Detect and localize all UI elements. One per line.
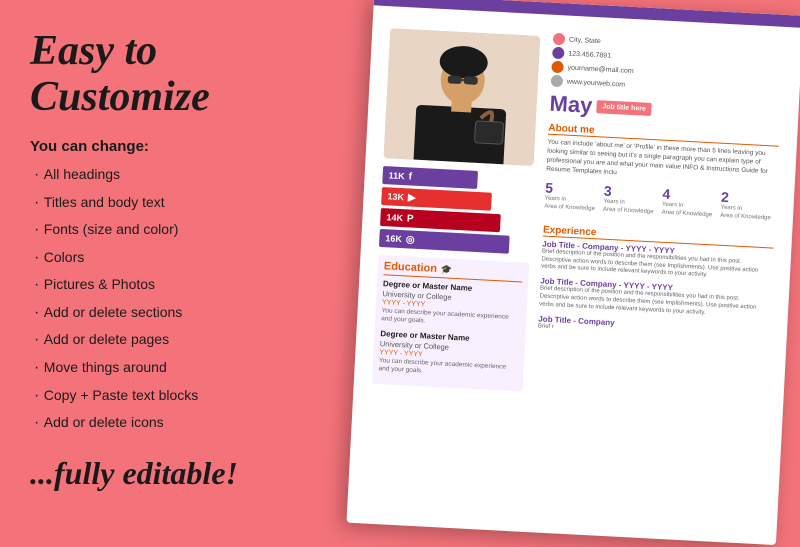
- resume-mockup: 11K f 13K ▶ 14K P: [346, 0, 800, 547]
- skill-1: 5 Years inArea of Knowledge: [544, 180, 596, 213]
- instagram-icon: ◎: [406, 234, 415, 245]
- resume-right-column: City, State 123.456.7891 yourname@mail.c…: [522, 28, 793, 534]
- experience-section: Experience Job Title - Company - YYYY - …: [538, 224, 774, 343]
- list-item: Colors: [30, 244, 340, 272]
- left-panel: Easy to Customize You can change: All he…: [0, 0, 370, 533]
- list-item: Add or delete pages: [30, 326, 340, 354]
- phone-icon: [552, 47, 565, 60]
- location-icon: [553, 33, 566, 46]
- about-section: About me You can include 'about me' or '…: [546, 123, 779, 186]
- exp-entry-2: Job Title - Company - YYYY - YYYY Brief …: [539, 277, 771, 321]
- youtube-bar: 13K ▶: [381, 187, 492, 211]
- resume-name: May: [549, 91, 593, 119]
- list-item: Copy + Paste text blocks: [30, 382, 340, 410]
- contact-info: City, State 123.456.7891 yourname@mail.c…: [551, 33, 785, 99]
- fully-editable-text: ...fully editable!: [30, 455, 340, 492]
- education-icon: 🎓: [441, 264, 453, 276]
- youtube-icon: ▶: [408, 192, 416, 203]
- skill-2: 3 Years inArea of Knowledge: [603, 183, 655, 216]
- email-icon: [551, 61, 564, 74]
- list-item: Add or delete sections: [30, 299, 340, 327]
- list-item: All headings: [30, 161, 340, 189]
- skills-section: 5 Years inArea of Knowledge 3 Years inAr…: [544, 180, 777, 230]
- resume-content: 11K f 13K ▶ 14K P: [357, 4, 793, 535]
- pinterest-bar: 14K P: [380, 208, 501, 232]
- skill-4: 2 Years inArea of Knowledge: [720, 189, 772, 222]
- social-bars: 11K f 13K ▶ 14K P: [379, 166, 534, 255]
- main-title: Easy to Customize: [30, 28, 340, 120]
- profile-photo: [384, 28, 541, 166]
- skill-label-2: Years inArea of Knowledge: [603, 199, 654, 216]
- education-heading: Education 🎓: [383, 260, 523, 282]
- skill-label-3: Years inArea of Knowledge: [661, 202, 712, 219]
- list-item: Fonts (size and color): [30, 216, 340, 244]
- website-icon: [551, 75, 564, 88]
- skill-3: 4 Years inArea of Knowledge: [661, 186, 713, 219]
- pinterest-icon: P: [407, 213, 414, 224]
- you-can-change-heading: You can change:: [30, 138, 340, 155]
- facebook-bar: 11K f: [382, 166, 478, 189]
- resume-left-column: 11K f 13K ▶ 14K P: [357, 20, 548, 522]
- list-item: Titles and body text: [30, 189, 340, 217]
- resume-card: 11K f 13K ▶ 14K P: [346, 0, 800, 545]
- job-title-badge: Job title here: [596, 100, 652, 116]
- list-item: Add or delete icons: [30, 409, 340, 437]
- skill-label-4: Years inArea of Knowledge: [720, 205, 771, 222]
- skill-label-1: Years inArea of Knowledge: [544, 196, 595, 213]
- social-bar-instagram: 16K ◎: [379, 229, 531, 255]
- list-item: Pictures & Photos: [30, 271, 340, 299]
- list-item: Move things around: [30, 354, 340, 382]
- feature-list: All headings Titles and body text Fonts …: [30, 161, 340, 436]
- instagram-bar: 16K ◎: [379, 229, 510, 254]
- facebook-icon: f: [408, 171, 412, 182]
- education-section: Education 🎓 Degree or Master Name Univer…: [372, 255, 530, 391]
